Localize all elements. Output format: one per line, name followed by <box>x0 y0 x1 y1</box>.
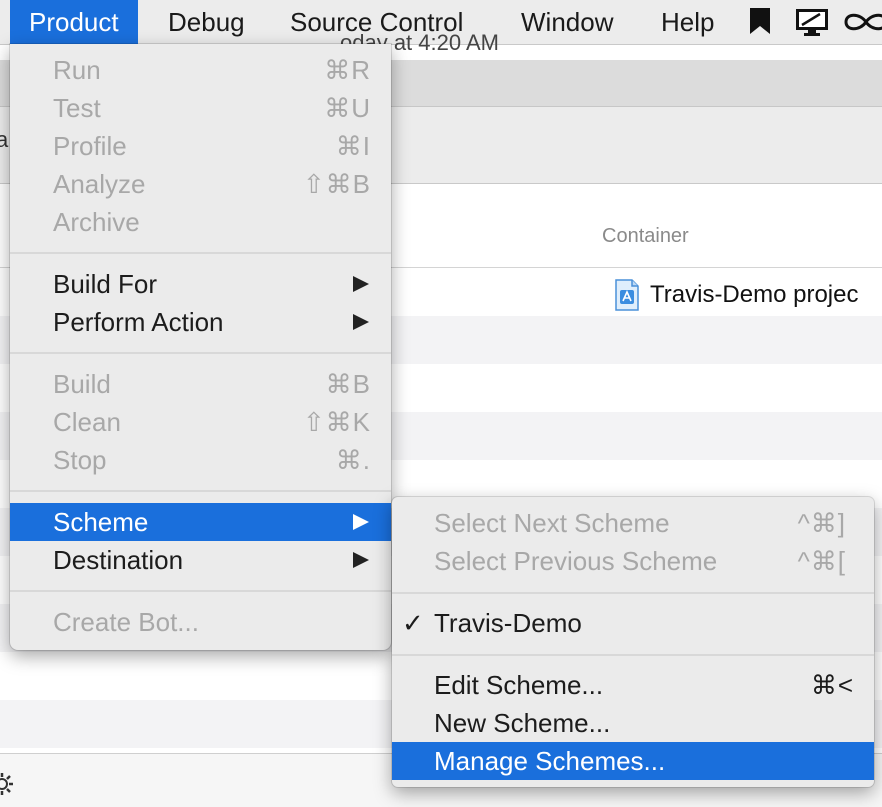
menu-item-label: Build <box>53 369 111 399</box>
menu-separator <box>10 590 391 592</box>
menu-separator <box>10 252 391 254</box>
menu-item-label: Travis-Demo <box>434 608 582 638</box>
menu-item-label: Edit Scheme... <box>434 670 604 700</box>
project-file-cell[interactable]: Travis-Demo projec <box>614 278 859 312</box>
menu-item-select-previous-scheme[interactable]: Select Previous Scheme ^⌘[ <box>392 542 874 580</box>
checkmark-icon: ✓ <box>402 608 424 638</box>
menu-item-travis-demo[interactable]: ✓ Travis-Demo <box>392 604 874 642</box>
menu-item-clean[interactable]: Clean ⇧⌘K <box>10 403 391 441</box>
submenu-arrow-icon <box>353 276 369 292</box>
menu-item-shortcut: ⌘U <box>324 93 371 123</box>
menu-separator <box>10 352 391 354</box>
menu-item-create-bot[interactable]: Create Bot... <box>10 603 391 641</box>
menu-item-label: Analyze <box>53 169 146 199</box>
scheme-submenu: Select Next Scheme ^⌘] Select Previous S… <box>392 497 874 787</box>
menu-item-label: Create Bot... <box>53 607 199 637</box>
menu-item-label: Run <box>53 55 101 85</box>
menu-separator <box>392 654 874 656</box>
menu-item-label: Destination <box>53 545 184 575</box>
menu-item-select-next-scheme[interactable]: Select Next Scheme ^⌘] <box>392 504 874 542</box>
menu-item-label: Manage Schemes... <box>434 746 666 776</box>
menu-item-destination[interactable]: Destination <box>10 541 391 579</box>
column-header-container[interactable]: Container <box>602 225 689 248</box>
menubar-debug[interactable]: Debug <box>149 0 264 44</box>
menu-item-new-scheme[interactable]: New Scheme... <box>392 704 874 742</box>
menu-item-scheme[interactable]: Scheme <box>10 503 391 541</box>
menu-item-label: Select Previous Scheme <box>434 546 718 576</box>
menu-item-label: Select Next Scheme <box>434 508 670 538</box>
menu-item-build[interactable]: Build ⌘B <box>10 365 391 403</box>
menu-item-archive[interactable]: Archive <box>10 203 391 241</box>
menu-item-shortcut: ^⌘] <box>797 508 846 538</box>
menu-item-manage-schemes[interactable]: Manage Schemes... <box>392 742 874 780</box>
menu-item-shortcut: ⌘B <box>325 369 371 399</box>
project-file-label: Travis-Demo projec <box>650 281 859 308</box>
menu-item-shortcut: ⇧⌘B <box>302 169 371 199</box>
menu-item-label: Profile <box>53 131 127 161</box>
menubar-help[interactable]: Help <box>642 0 733 44</box>
menu-item-label: Archive <box>53 207 140 237</box>
menubar-window[interactable]: Window <box>502 0 632 44</box>
menu-item-label: Stop <box>53 445 107 475</box>
menu-item-analyze[interactable]: Analyze ⇧⌘B <box>10 165 391 203</box>
menu-item-profile[interactable]: Profile ⌘I <box>10 127 391 165</box>
menu-item-edit-scheme[interactable]: Edit Scheme... ⌘< <box>392 666 874 704</box>
xcode-project-icon <box>615 279 639 311</box>
menu-item-label: Clean <box>53 407 121 437</box>
menu-item-label: Scheme <box>53 507 149 537</box>
submenu-arrow-icon <box>353 514 369 530</box>
menu-item-shortcut: ^⌘[ <box>797 546 846 576</box>
menu-item-run[interactable]: Run ⌘R <box>10 51 391 89</box>
bookmark-icon[interactable] <box>748 6 772 36</box>
infinity-icon[interactable] <box>842 9 882 35</box>
menu-separator <box>392 592 874 594</box>
menu-item-label: New Scheme... <box>434 708 611 738</box>
clipped-text: a <box>0 127 9 152</box>
menu-item-label: Build For <box>53 269 158 299</box>
menubar-product[interactable]: Product <box>10 0 138 44</box>
menu-item-label: Perform Action <box>53 307 224 337</box>
menu-item-shortcut: ⌘I <box>335 131 371 161</box>
menu-item-shortcut: ⌘R <box>324 55 371 85</box>
gear-icon[interactable] <box>0 772 14 796</box>
submenu-arrow-icon <box>353 314 369 330</box>
product-menu: Run ⌘R Test ⌘U Profile ⌘I Analyze ⇧⌘B Ar… <box>10 44 391 650</box>
menu-item-test[interactable]: Test ⌘U <box>10 89 391 127</box>
menu-item-stop[interactable]: Stop ⌘. <box>10 441 391 479</box>
screen-share-icon[interactable] <box>794 6 830 38</box>
menu-item-label: Test <box>53 93 101 123</box>
menu-item-build-for[interactable]: Build For <box>10 265 391 303</box>
menu-item-perform-action[interactable]: Perform Action <box>10 303 391 341</box>
menu-item-shortcut: ⌘. <box>335 445 371 475</box>
menu-item-shortcut: ⌘< <box>810 670 854 700</box>
menu-item-shortcut: ⇧⌘K <box>302 407 371 437</box>
submenu-arrow-icon <box>353 552 369 568</box>
menu-separator <box>10 490 391 492</box>
